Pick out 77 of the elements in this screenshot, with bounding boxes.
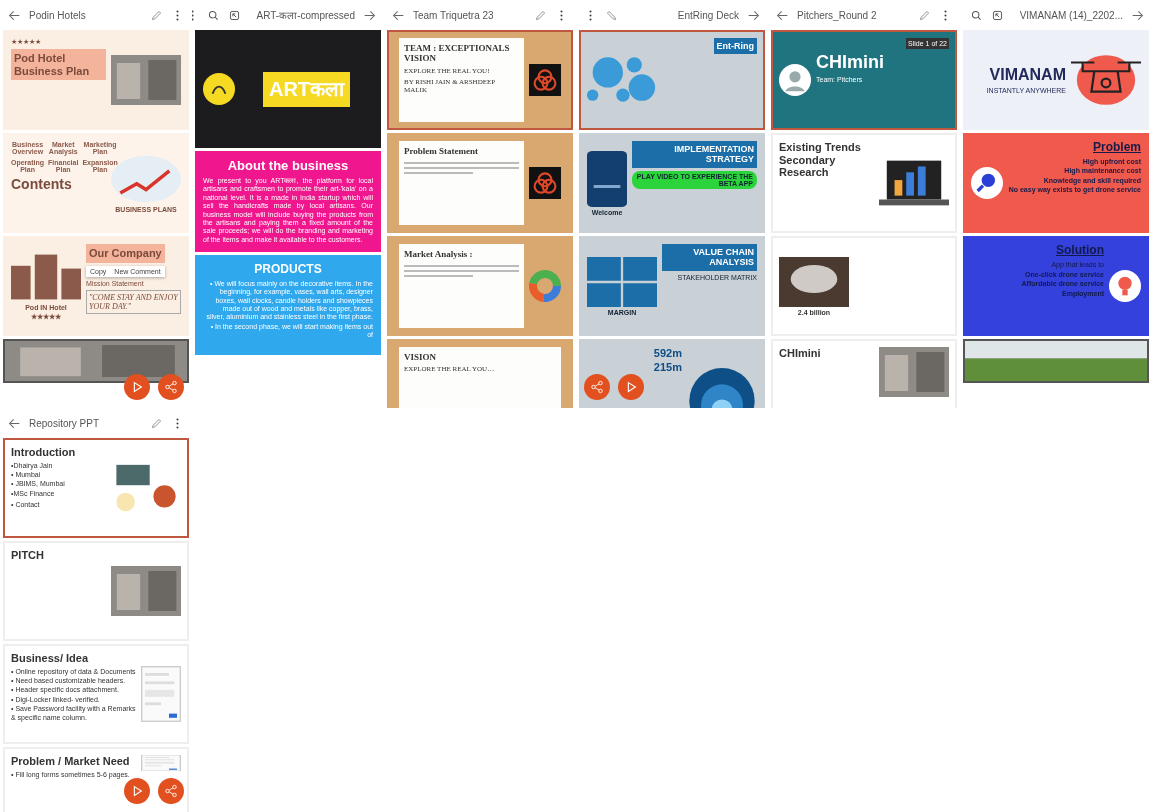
slide-title: Our Company: [86, 244, 165, 263]
photo-placeholder: [779, 256, 849, 307]
document-title: Podin Hotels: [29, 9, 86, 21]
magnifier-icon: [971, 167, 1003, 199]
slide-title: VIMANAM: [989, 65, 1066, 85]
slide-title: VISION: [404, 352, 436, 363]
document-title: ART-कला-compressed: [256, 9, 355, 22]
slide-title: TEAM : EXCEPTIONALS VISION: [404, 43, 511, 64]
document-title: Repository PPT: [29, 417, 100, 429]
search-icon[interactable]: [969, 8, 983, 22]
slide-title: Pod Hotel Business Plan: [11, 49, 106, 81]
bullet-item: 215m: [653, 361, 682, 375]
play-button[interactable]: [124, 374, 150, 400]
bubble-diagram-drawing: [587, 55, 657, 105]
slide-title: ARTकला: [262, 71, 351, 107]
donut-chart-drawing: [529, 270, 561, 302]
back-arrow-icon[interactable]: [8, 8, 21, 22]
slide-title: Ent-Ring: [713, 38, 757, 55]
slide-title: Business/ Idea: [11, 652, 89, 665]
slide-title: Solution: [1056, 244, 1104, 258]
slide-title: IMPLEMENTATION STRATEGY: [632, 141, 757, 168]
photo-placeholder: [111, 55, 181, 105]
drone-icon: [1071, 55, 1141, 105]
slide-thumbnail[interactable]: Ent-Ring: [579, 30, 765, 130]
back-arrow-icon[interactable]: [1131, 8, 1144, 22]
triquetra-logo-icon: [529, 64, 561, 96]
slide-title: Market Analysis :: [404, 249, 473, 260]
emblem-icon: [203, 73, 235, 105]
form-screenshot-drawing: [141, 755, 181, 771]
slide-thumbnail[interactable]: PITCH: [3, 541, 189, 641]
slide-title: Introduction: [11, 446, 76, 459]
slide-thumbnail[interactable]: Problem Statement: [387, 133, 573, 233]
document-title: VIMANAM (14)_2202...: [1019, 9, 1123, 21]
slide-thumbnail[interactable]: 592m 215m: [579, 339, 765, 408]
quote-text: "COME STAY AND ENJOY YOUR DAY.": [86, 289, 181, 314]
form-screenshot-drawing: [141, 666, 181, 722]
slide-thumbnail[interactable]: Market Analysis :: [387, 236, 573, 336]
slide-thumbnail[interactable]: [195, 151, 381, 253]
share-button[interactable]: [158, 374, 184, 400]
avatar-silhouette-icon: [779, 64, 811, 96]
search-icon[interactable]: [206, 8, 220, 22]
light-bulb-icon: [1109, 270, 1141, 302]
phone-mockup-drawing: [587, 150, 627, 207]
triquetra-logo-icon: [529, 167, 561, 199]
document-title: Pitchers_Round 2: [797, 9, 877, 21]
slide-title: About the business: [227, 159, 349, 174]
slide-title: Contents: [11, 176, 72, 193]
slide-thumbnail[interactable]: [195, 255, 381, 356]
back-arrow-icon[interactable]: [776, 8, 789, 22]
share-icon: [590, 380, 604, 394]
slide-title: PRODUCTS: [253, 263, 323, 277]
slide-title: CHImini: [816, 52, 884, 73]
slide-thumbnail[interactable]: [3, 644, 189, 744]
photo-placeholder: [111, 566, 181, 616]
slide-title: PITCH: [11, 549, 44, 562]
bullet-item: 592m: [653, 347, 682, 361]
stakeholder-matrix-drawing: [587, 256, 657, 307]
back-arrow-icon[interactable]: [8, 416, 21, 430]
export-icon[interactable]: [227, 8, 241, 22]
slide-title: Problem: [1093, 141, 1141, 155]
slide-title: Problem Statement: [404, 146, 479, 157]
back-arrow-icon[interactable]: [747, 8, 760, 22]
export-icon[interactable]: [990, 8, 1004, 22]
photo-placeholder: [879, 347, 949, 397]
laptop-chart-icon: [879, 158, 949, 208]
slide-title: Problem / Market Need: [11, 755, 130, 768]
share-icon: [164, 380, 178, 394]
slide-thumbnail[interactable]: Existing Trends Secondary Research: [771, 133, 957, 233]
back-arrow-icon[interactable]: [363, 8, 376, 22]
share-icon: [164, 784, 178, 798]
back-arrow-icon[interactable]: [392, 8, 405, 22]
slide-title: Existing Trends Secondary Research: [779, 141, 862, 179]
slide-title: VALUE CHAIN ANALYSIS: [662, 244, 757, 271]
slide-thumbnail[interactable]: CHImini: [771, 339, 957, 408]
slide-title: CHImini: [779, 347, 821, 360]
document-title: Team Triquetra 23: [413, 9, 494, 21]
document-title: EntRing Deck: [677, 9, 739, 21]
